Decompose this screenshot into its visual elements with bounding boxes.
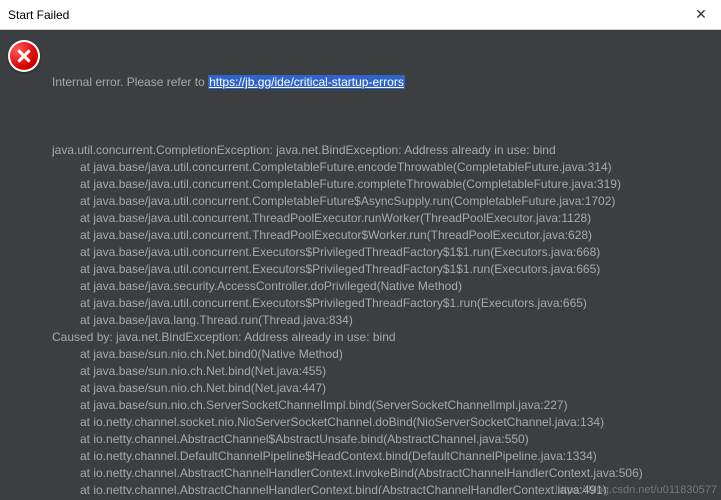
stack-line: at java.base/java.util.concurrent.Comple… <box>52 193 713 210</box>
stack-line: at java.base/sun.nio.ch.Net.bind(Net.jav… <box>52 363 713 380</box>
stack-line: at io.netty.channel.AbstractChannelHandl… <box>52 465 713 482</box>
stack-line: at java.base/java.util.concurrent.Thread… <box>52 210 713 227</box>
error-icon <box>8 40 40 72</box>
stack-line: at java.base/sun.nio.ch.Net.bind(Net.jav… <box>52 380 713 397</box>
dialog-content: Internal error. Please refer to https://… <box>0 30 721 500</box>
intro-line: Internal error. Please refer to https://… <box>52 74 713 91</box>
icon-column <box>6 36 50 494</box>
close-icon: ✕ <box>695 6 707 23</box>
help-link[interactable]: https://jb.gg/ide/critical-startup-error… <box>208 75 405 89</box>
stack-line: at java.base/java.util.concurrent.Thread… <box>52 227 713 244</box>
stack-line: at java.base/java.lang.Thread.run(Thread… <box>52 312 713 329</box>
stack-line: java.util.concurrent.CompletionException… <box>52 142 713 159</box>
stack-line: at java.base/java.util.concurrent.Comple… <box>52 159 713 176</box>
titlebar: Start Failed ✕ <box>0 0 721 30</box>
stack-line: at java.base/java.security.AccessControl… <box>52 278 713 295</box>
stack-line: Caused by: java.net.BindException: Addre… <box>52 329 713 346</box>
stack-line: at java.base/java.util.concurrent.Execut… <box>52 295 713 312</box>
stack-line: at java.base/java.util.concurrent.Execut… <box>52 261 713 278</box>
stack-line: at java.base/sun.nio.ch.Net.bind0(Native… <box>52 346 713 363</box>
intro-text: Internal error. Please refer to <box>52 75 208 89</box>
stack-line: at io.netty.channel.AbstractChannel$Abst… <box>52 431 713 448</box>
stack-trace: java.util.concurrent.CompletionException… <box>52 142 713 494</box>
stack-line: at java.base/sun.nio.ch.ServerSocketChan… <box>52 397 713 414</box>
stack-line: at io.netty.channel.DefaultChannelPipeli… <box>52 448 713 465</box>
close-button[interactable]: ✕ <box>681 0 721 30</box>
error-message-area[interactable]: Internal error. Please refer to https://… <box>50 36 715 494</box>
window-title: Start Failed <box>8 8 681 22</box>
stack-line: at java.base/java.util.concurrent.Execut… <box>52 244 713 261</box>
stack-line: at io.netty.channel.socket.nio.NioServer… <box>52 414 713 431</box>
stack-line: at io.netty.channel.AbstractChannelHandl… <box>52 482 713 494</box>
stack-line: at java.base/java.util.concurrent.Comple… <box>52 176 713 193</box>
